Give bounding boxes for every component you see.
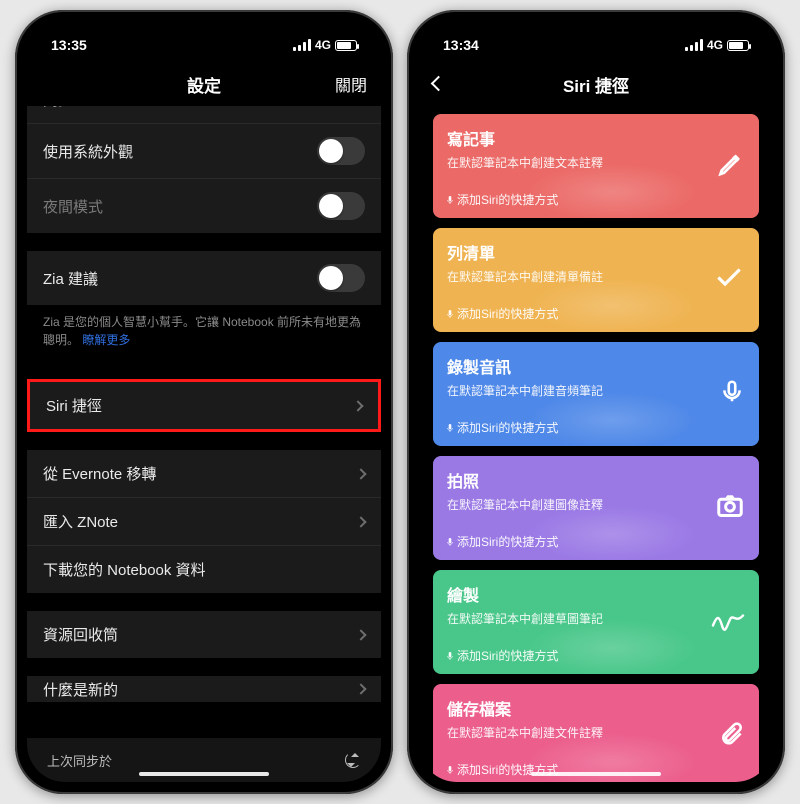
toggle-zia[interactable] — [317, 264, 365, 292]
add-siri-hint[interactable]: 添加Siri的快捷方式 — [447, 647, 745, 664]
status-time: 13:34 — [443, 37, 479, 53]
toggle-night-mode[interactable] — [317, 192, 365, 220]
phone-right: 13:34 4G Siri 捷徑 寫記事在默認筆記本中創建文本註釋添加Siri的… — [407, 10, 785, 794]
chevron-right-icon — [355, 516, 366, 527]
card-subtitle: 在默認筆記本中創建文本註釋 — [447, 154, 745, 171]
mic-icon — [719, 379, 745, 410]
card-title: 寫記事 — [447, 126, 745, 150]
home-indicator[interactable] — [139, 772, 269, 776]
notch — [511, 22, 681, 48]
row-import-znote[interactable]: 匯入 ZNote — [27, 497, 381, 545]
add-siri-hint[interactable]: 添加Siri的快捷方式 — [447, 191, 745, 208]
card-subtitle: 在默認筆記本中創建清單備註 — [447, 268, 745, 285]
settings-content: 同步 使用系統外觀 夜間模式 Zia 建議 Zia 是您的個人智慧小幫手。它 — [27, 106, 381, 738]
home-indicator[interactable] — [531, 772, 661, 776]
battery-icon — [335, 40, 357, 51]
card-subtitle: 在默認筆記本中創建草圖筆記 — [447, 610, 745, 627]
card-title: 儲存檔案 — [447, 696, 745, 720]
siri-title: Siri 捷徑 — [563, 72, 629, 97]
row-system-appearance[interactable]: 使用系統外觀 — [27, 123, 381, 178]
card-title: 拍照 — [447, 468, 745, 492]
card-subtitle: 在默認筆記本中創建音頻筆記 — [447, 382, 745, 399]
status-time: 13:35 — [51, 37, 87, 53]
sync-icon[interactable] — [345, 752, 361, 768]
row-night-mode[interactable]: 夜間模式 — [27, 178, 381, 233]
chevron-right-icon — [352, 400, 363, 411]
card-subtitle: 在默認筆記本中創建圖像註釋 — [447, 496, 745, 513]
pencil-icon — [717, 150, 745, 183]
sketch-card[interactable]: 繪製在默認筆記本中創建草圖筆記添加Siri的快捷方式 — [433, 570, 759, 674]
add-siri-hint[interactable]: 添加Siri的快捷方式 — [447, 305, 745, 322]
photo-card[interactable]: 拍照在默認筆記本中創建圖像註釋添加Siri的快捷方式 — [433, 456, 759, 560]
signal-icon — [685, 39, 703, 51]
signal-icon — [293, 39, 311, 51]
toggle-system-appearance[interactable] — [317, 137, 365, 165]
phone-left: 13:35 4G 設定 關閉 同步 使用系統外觀 夜間模式 — [15, 10, 393, 794]
row-download-data[interactable]: 下載您的 Notebook 資料 — [27, 545, 381, 593]
write-note-card[interactable]: 寫記事在默認筆記本中創建文本註釋添加Siri的快捷方式 — [433, 114, 759, 218]
zia-footer-note: Zia 是您的個人智慧小幫手。它讓 Notebook 前所未有地更為聰明。 瞭解… — [27, 305, 381, 361]
siri-cards-content: 寫記事在默認筆記本中創建文本註釋添加Siri的快捷方式列清單在默認筆記本中創建清… — [419, 106, 773, 782]
camera-icon — [715, 491, 745, 526]
close-button[interactable]: 關閉 — [335, 72, 367, 96]
chevron-right-icon — [355, 683, 366, 694]
row-whatsnew[interactable]: 什麼是新的 — [27, 676, 381, 702]
settings-title: 設定 — [187, 72, 221, 97]
audio-card[interactable]: 錄製音訊在默認筆記本中創建音頻筆記添加Siri的快捷方式 — [433, 342, 759, 446]
check-icon — [713, 262, 745, 299]
sketch-icon — [711, 608, 745, 637]
file-card[interactable]: 儲存檔案在默認筆記本中創建文件註釋添加Siri的快捷方式 — [433, 684, 759, 782]
back-button[interactable] — [433, 74, 444, 94]
chevron-right-icon — [355, 468, 366, 479]
add-siri-hint[interactable]: 添加Siri的快捷方式 — [447, 533, 745, 550]
card-subtitle: 在默認筆記本中創建文件註釋 — [447, 724, 745, 741]
last-sync-label: 上次同步於 — [47, 751, 112, 770]
row-migrate-evernote[interactable]: 從 Evernote 移轉 — [27, 450, 381, 497]
nav-bar-settings: 設定 關閉 — [27, 62, 381, 106]
row-trash[interactable]: 資源回收筒 — [27, 611, 381, 658]
add-siri-hint[interactable]: 添加Siri的快捷方式 — [447, 419, 745, 436]
network-label: 4G — [707, 38, 723, 52]
notch — [119, 22, 289, 48]
nav-bar-siri: Siri 捷徑 — [419, 62, 773, 106]
card-title: 錄製音訊 — [447, 354, 745, 378]
row-sync[interactable]: 同步 — [27, 106, 381, 123]
row-zia[interactable]: Zia 建議 — [27, 251, 381, 305]
chevron-right-icon — [355, 629, 366, 640]
clip-icon — [719, 721, 745, 752]
checklist-card[interactable]: 列清單在默認筆記本中創建清單備註添加Siri的快捷方式 — [433, 228, 759, 332]
card-title: 列清單 — [447, 240, 745, 264]
row-siri-shortcuts[interactable]: Siri 捷徑 — [30, 382, 378, 429]
card-title: 繪製 — [447, 582, 745, 606]
battery-icon — [727, 40, 749, 51]
network-label: 4G — [315, 38, 331, 52]
learn-more-link[interactable]: 瞭解更多 — [82, 333, 130, 347]
chevron-left-icon — [431, 76, 447, 92]
